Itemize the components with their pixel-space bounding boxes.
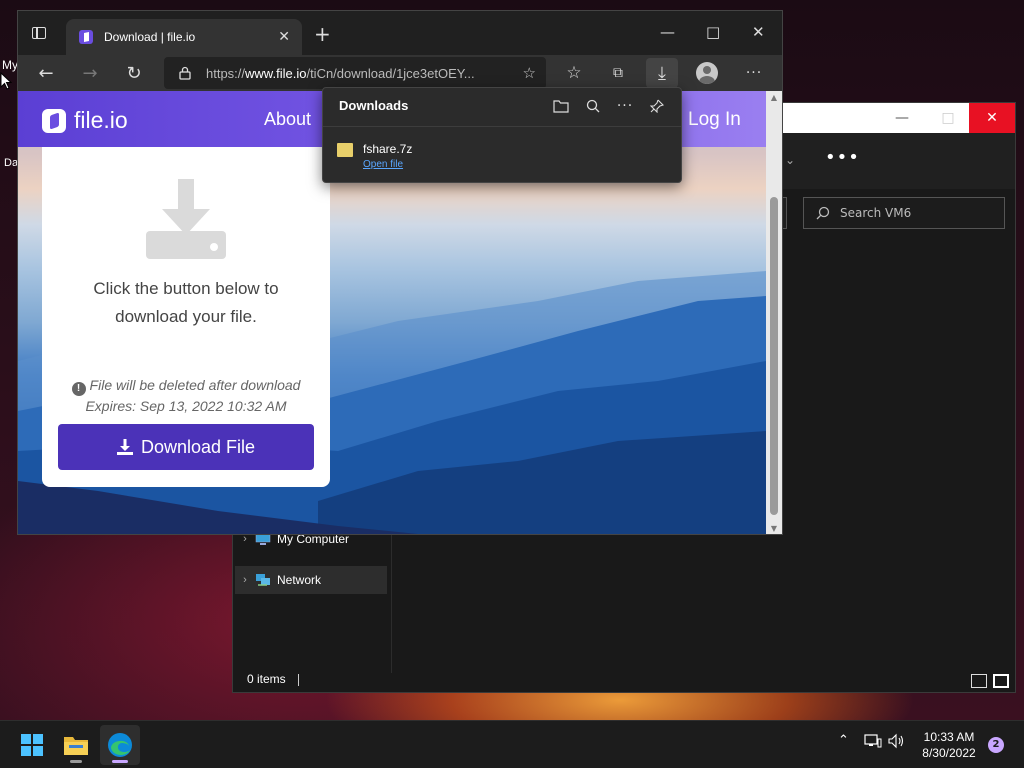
tab-download-file-io[interactable]: Download | file.io ✕ — [66, 19, 302, 55]
view-toggle — [971, 674, 1009, 688]
downloads-panel: Downloads ··· fshare.7z Open file — [322, 87, 682, 183]
start-button[interactable] — [12, 725, 52, 765]
maximize-icon[interactable]: □ — [925, 103, 971, 133]
folder-icon — [64, 737, 88, 755]
minimize-icon[interactable]: — — [879, 103, 925, 133]
site-logo[interactable]: file.io — [42, 107, 128, 134]
favorites-icon[interactable]: ☆ — [562, 61, 586, 85]
download-icon — [116, 439, 133, 455]
file-io-logo-icon — [42, 108, 66, 133]
nav-item-label: Network — [277, 573, 322, 587]
browser-toolbar: ← → ↻ https://www.file.io/tiCn/download/… — [18, 55, 782, 91]
network-icon[interactable] — [864, 733, 882, 753]
search-placeholder: Search VM6 — [840, 206, 912, 220]
running-indicator — [112, 760, 128, 763]
desktop-icon-label[interactable]: Da — [4, 157, 18, 169]
open-downloads-folder-icon[interactable] — [551, 96, 571, 116]
tab-actions-icon[interactable] — [32, 27, 46, 39]
desktop-icon-label[interactable]: My — [2, 58, 18, 72]
logo-text: file.io — [74, 107, 128, 133]
collections-icon[interactable]: ⧉ — [606, 61, 630, 85]
address-bar[interactable]: https://www.file.io/tiCn/download/1jce3e… — [164, 57, 546, 89]
more-options-button[interactable]: ••• — [825, 147, 860, 168]
download-file-button[interactable]: Download File — [58, 424, 314, 470]
status-bar: 0 items — [247, 672, 299, 686]
clock-date: 8/30/2022 — [922, 746, 976, 760]
show-hidden-icons-icon[interactable]: ⌃ — [838, 733, 849, 748]
settings-more-icon[interactable]: ··· — [742, 61, 766, 85]
clock-time: 10:33 AM — [923, 730, 975, 744]
nav-link-about[interactable]: About — [264, 109, 311, 130]
forward-icon[interactable]: → — [78, 61, 102, 85]
archive-file-icon — [337, 143, 353, 157]
taskbar: ⌃ 10:33 AM 8/30/2022 2 — [0, 720, 1024, 768]
nav-link-login[interactable]: Log In — [688, 109, 741, 131]
more-options-icon[interactable]: ··· — [615, 96, 635, 116]
refresh-icon[interactable]: ↻ — [122, 61, 146, 85]
scroll-down-icon[interactable]: ▼ — [766, 522, 782, 534]
tiles-view-icon[interactable] — [993, 674, 1009, 688]
add-favorite-icon[interactable]: ☆ — [523, 64, 536, 82]
divider — [297, 673, 299, 686]
expiry-notice: ! File will be deleted after download Exp… — [42, 375, 330, 416]
notification-badge[interactable]: 2 — [988, 737, 1004, 753]
file-io-favicon-icon — [79, 30, 93, 44]
tab-title: Download | file.io — [104, 30, 196, 44]
close-tab-icon[interactable]: ✕ — [278, 29, 290, 45]
chevron-down-icon[interactable]: ⌄ — [785, 153, 795, 167]
edge-icon — [108, 733, 132, 757]
profile-avatar[interactable] — [696, 62, 718, 84]
navigation-pane: › My Computer › Network — [233, 523, 392, 673]
system-clock[interactable]: 10:33 AM 8/30/2022 — [912, 729, 986, 761]
open-file-link[interactable]: Open file — [363, 159, 412, 170]
windows-logo-icon — [21, 734, 43, 756]
running-indicator — [70, 760, 82, 763]
item-count: 0 items — [247, 672, 286, 686]
scrollbar-thumb[interactable] — [770, 197, 778, 515]
search-icon[interactable] — [583, 96, 603, 116]
back-icon[interactable]: ← — [34, 61, 58, 85]
search-input[interactable]: Search VM6 — [803, 197, 1005, 229]
volume-icon[interactable] — [888, 733, 906, 753]
url-text[interactable]: https://www.file.io/tiCn/download/1jce3e… — [206, 66, 523, 81]
network-icon — [256, 574, 270, 586]
downloads-icon[interactable]: ⤓ — [646, 58, 678, 88]
taskbar-file-explorer[interactable] — [56, 725, 96, 765]
pin-icon[interactable] — [647, 96, 667, 116]
download-card: Click the button below to download your … — [42, 147, 330, 487]
download-large-icon — [146, 179, 226, 259]
tab-strip: Download | file.io ✕ + — □ ✕ — [18, 11, 782, 55]
chevron-right-icon[interactable]: › — [235, 574, 255, 586]
search-icon — [816, 206, 830, 220]
maximize-icon[interactable]: □ — [706, 23, 720, 41]
warning-icon: ! — [71, 382, 86, 396]
divider — [323, 126, 681, 127]
nav-item-network[interactable]: › Network — [235, 566, 387, 594]
page-scrollbar[interactable]: ▲ ▼ — [766, 91, 782, 534]
minimize-icon[interactable]: — — [660, 23, 675, 41]
instruction-text: Click the button below to download your … — [93, 279, 279, 326]
deletion-warning: File will be deleted after download — [89, 377, 301, 393]
download-item[interactable]: fshare.7z Open file — [337, 138, 412, 170]
taskbar-edge[interactable] — [100, 725, 140, 765]
lock-icon[interactable] — [178, 66, 192, 80]
scroll-up-icon[interactable]: ▲ — [766, 91, 782, 105]
download-file-name: fshare.7z — [363, 142, 413, 156]
mouse-cursor-icon — [0, 72, 12, 90]
close-icon[interactable]: ✕ — [752, 23, 765, 41]
downloads-panel-title: Downloads — [339, 98, 409, 113]
close-icon[interactable]: ✕ — [969, 103, 1015, 133]
details-view-icon[interactable] — [971, 674, 987, 688]
expires-text: Expires: Sep 13, 2022 10:32 AM — [85, 398, 287, 414]
download-button-label: Download File — [140, 436, 256, 457]
new-tab-icon[interactable]: + — [314, 24, 331, 44]
